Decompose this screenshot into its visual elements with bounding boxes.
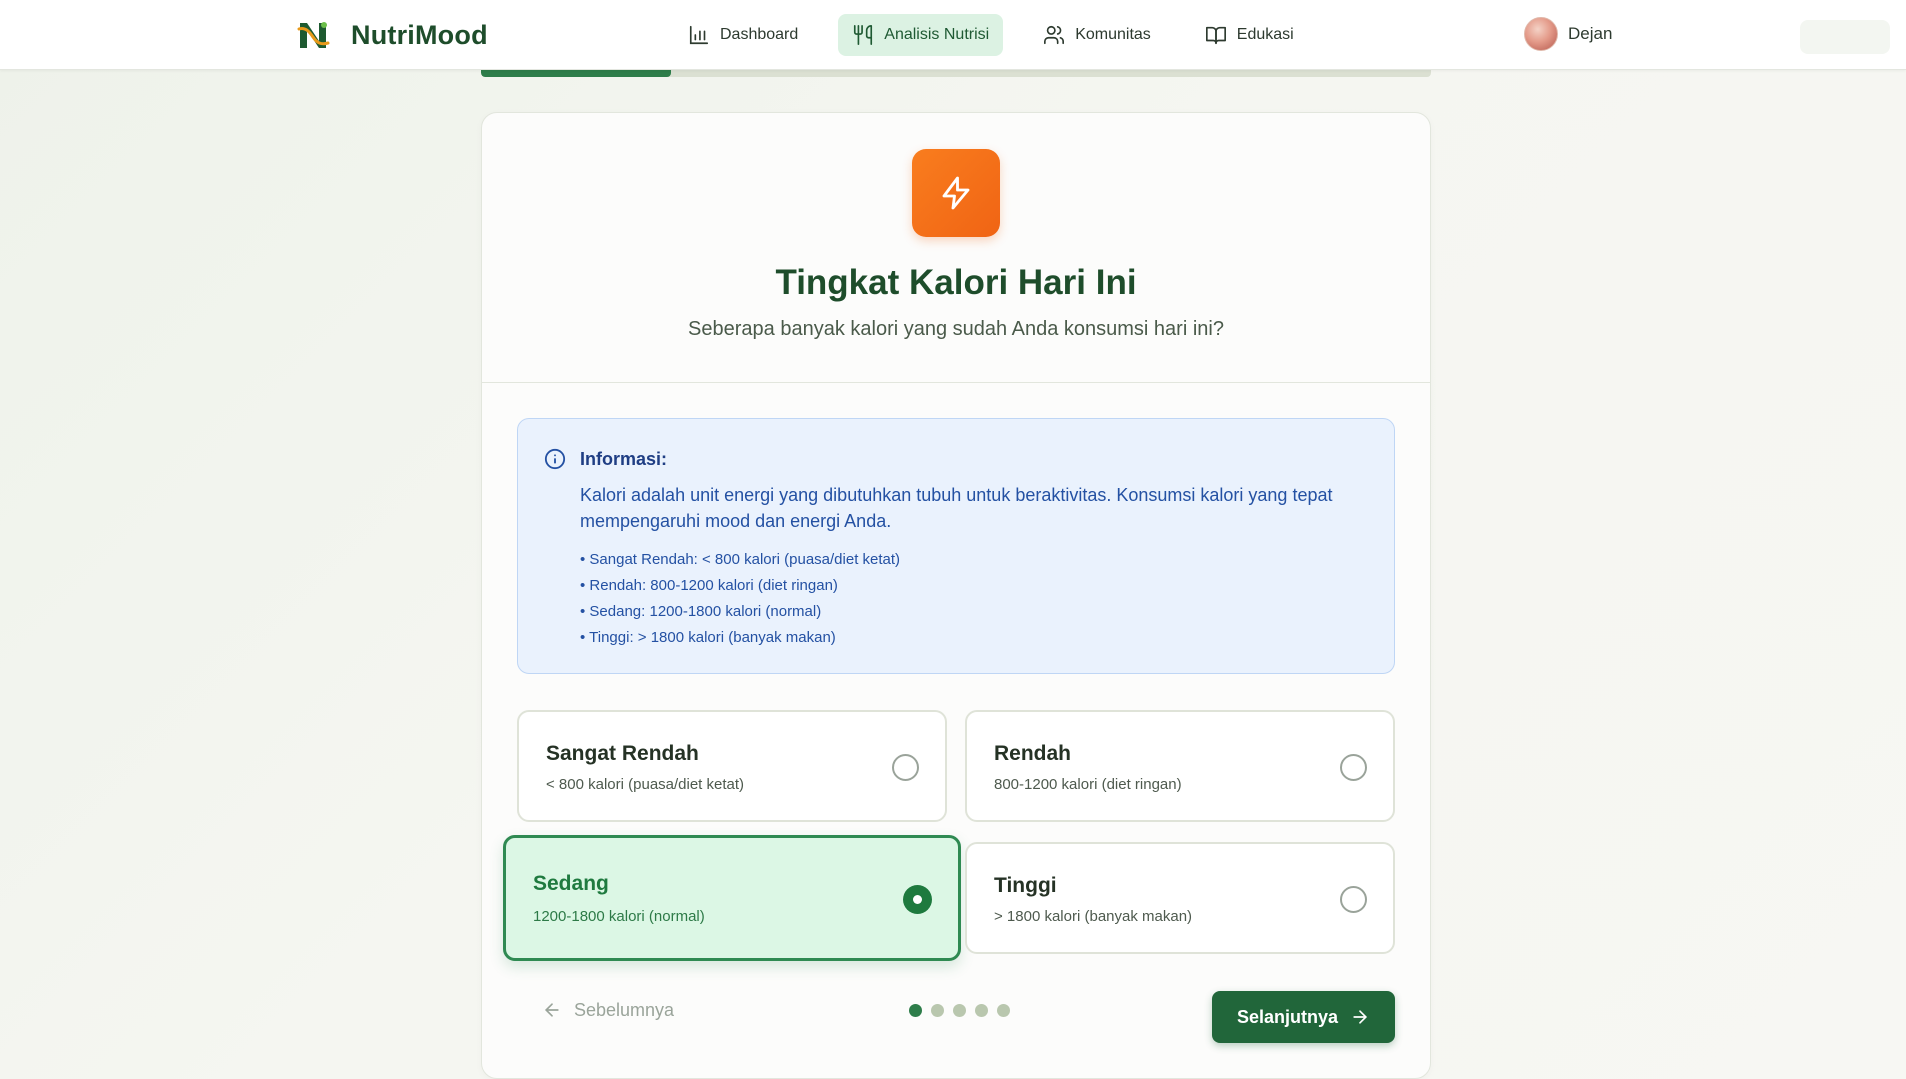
option-sangat-rendah[interactable]: Sangat Rendah < 800 kalori (puasa/diet k… bbox=[517, 710, 947, 822]
nav-item-label: Dashboard bbox=[720, 26, 799, 43]
option-title: Tinggi bbox=[994, 874, 1057, 897]
nav-item-label: Analisis Nutrisi bbox=[884, 26, 990, 43]
list-item: • Rendah: 800-1200 kalori (diet ringan) bbox=[580, 577, 838, 594]
nav-item-edukasi[interactable]: Edukasi bbox=[1191, 14, 1308, 56]
question-header: Tingkat Kalori Hari Ini Seberapa banyak … bbox=[482, 113, 1430, 383]
option-title: Rendah bbox=[994, 742, 1072, 765]
users-icon bbox=[1044, 25, 1065, 45]
brand-name: NutriMood bbox=[351, 19, 488, 50]
arrow-left-icon bbox=[545, 1003, 559, 1017]
option-rendah[interactable]: Rendah 800-1200 kalori (diet ringan) bbox=[965, 710, 1395, 822]
nav-item-analisis-nutrisi[interactable]: Analisis Nutrisi bbox=[838, 14, 1004, 56]
list-item: • Tinggi: > 1800 kalori (banyak makan) bbox=[580, 629, 836, 646]
nutrimood-logo-icon bbox=[297, 22, 330, 48]
arrow-right-icon bbox=[1353, 1010, 1367, 1024]
faded-header-button bbox=[1800, 20, 1890, 54]
question-subtitle: Seberapa banyak kalori yang sudah Anda k… bbox=[688, 318, 1224, 340]
next-button[interactable]: Selanjutnya bbox=[1212, 991, 1395, 1043]
radio-button[interactable] bbox=[892, 754, 919, 781]
brand[interactable]: NutriMood bbox=[295, 17, 488, 53]
option-description: < 800 kalori (puasa/diet ketat) bbox=[546, 776, 745, 793]
option-description: > 1800 kalori (banyak makan) bbox=[994, 908, 1193, 925]
question-title: Tingkat Kalori Hari Ini bbox=[775, 263, 1137, 302]
progress-bar bbox=[481, 70, 1431, 77]
user-menu[interactable]: Dejan bbox=[1524, 17, 1612, 51]
book-icon bbox=[1205, 26, 1226, 45]
nav-item-komunitas[interactable]: Komunitas bbox=[1029, 14, 1165, 56]
main-nav: Dashboard Analisis Nutrisi Komunitas Edu… bbox=[674, 14, 1334, 56]
step-dot bbox=[997, 1004, 1010, 1017]
nav-item-dashboard[interactable]: Dashboard bbox=[674, 14, 812, 56]
nav-item-label: Edukasi bbox=[1236, 26, 1294, 43]
step-dot bbox=[909, 1004, 922, 1017]
user-name: Dejan bbox=[1568, 24, 1613, 43]
info-box: Informasi: Kalori adalah unit energi yan… bbox=[517, 418, 1395, 674]
nav-item-label: Komunitas bbox=[1075, 26, 1151, 43]
question-card: Tingkat Kalori Hari Ini Seberapa banyak … bbox=[481, 112, 1431, 1079]
step-dot bbox=[931, 1004, 944, 1017]
option-title: Sedang bbox=[533, 872, 609, 895]
bar-chart-icon bbox=[689, 25, 709, 45]
step-dot bbox=[953, 1004, 966, 1017]
progress-fill bbox=[481, 70, 671, 77]
option-description: 800-1200 kalori (diet ringan) bbox=[994, 776, 1182, 793]
option-description: 1200-1800 kalori (normal) bbox=[533, 908, 705, 925]
option-sedang[interactable]: Sedang 1200-1800 kalori (normal) bbox=[503, 835, 961, 961]
radio-button[interactable] bbox=[1340, 754, 1367, 781]
list-item: • Sedang: 1200-1800 kalori (normal) bbox=[580, 603, 822, 620]
info-text: Kalori adalah unit energi yang dibutuhka… bbox=[580, 485, 1333, 531]
list-item: • Sangat Rendah: < 800 kalori (puasa/die… bbox=[580, 551, 901, 568]
previous-label: Sebelumnya bbox=[574, 999, 675, 1020]
info-icon bbox=[544, 448, 566, 470]
question-icon-tile bbox=[912, 149, 1000, 237]
step-dot bbox=[975, 1004, 988, 1017]
option-tinggi[interactable]: Tinggi > 1800 kalori (banyak makan) bbox=[965, 842, 1395, 954]
radio-button-checked[interactable] bbox=[903, 885, 932, 914]
previous-button[interactable]: Sebelumnya bbox=[542, 993, 674, 1027]
utensils-icon bbox=[854, 25, 873, 45]
top-navbar: NutriMood Dashboard Analisis Nutrisi Kom… bbox=[0, 0, 1906, 70]
zap-icon bbox=[942, 176, 970, 210]
avatar bbox=[1524, 17, 1558, 51]
option-title: Sangat Rendah bbox=[546, 742, 699, 765]
info-title: Informasi: bbox=[580, 449, 668, 469]
step-indicator bbox=[909, 1004, 1010, 1017]
next-label: Selanjutnya bbox=[1236, 1006, 1339, 1027]
radio-button[interactable] bbox=[1340, 886, 1367, 913]
info-list: • Sangat Rendah: < 800 kalori (puasa/die… bbox=[580, 547, 900, 651]
